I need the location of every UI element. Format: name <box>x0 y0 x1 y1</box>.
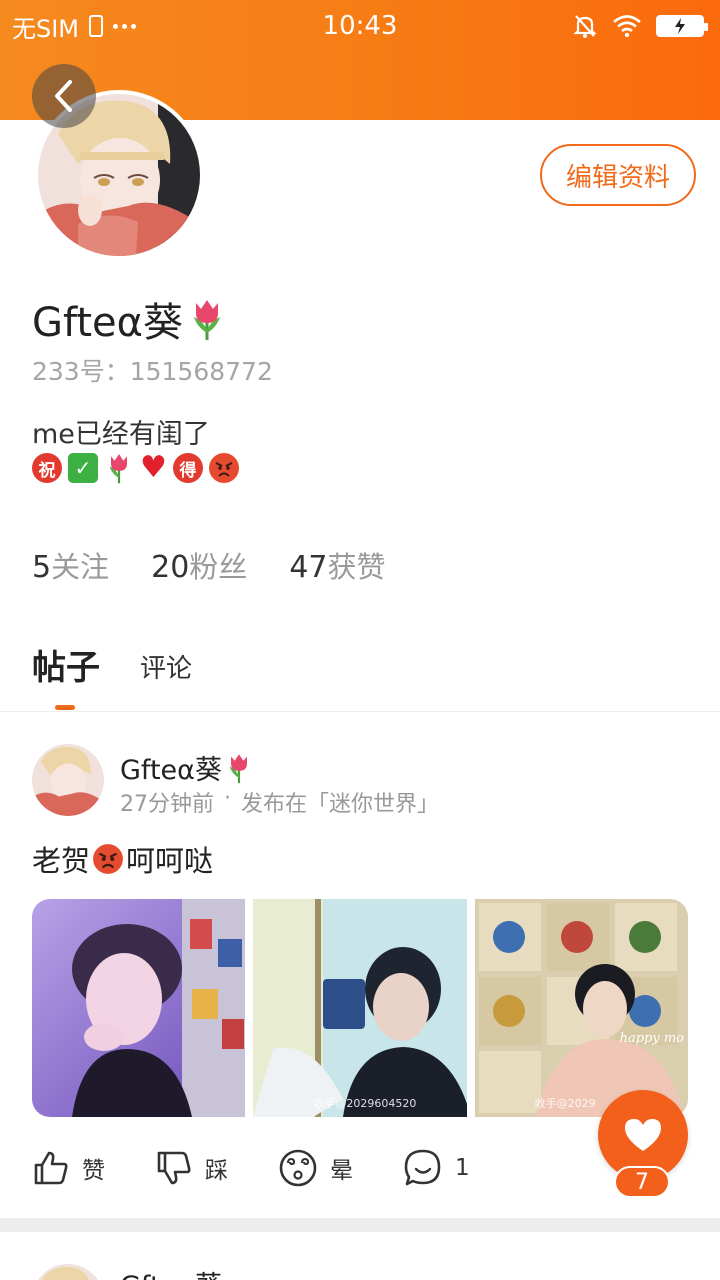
obtain-emoji: 得 <box>172 453 203 483</box>
post-channel[interactable]: 发布在「迷你世界」 <box>241 786 439 818</box>
dizzy-label: 晕 <box>330 1158 353 1184</box>
dizzy-face-icon <box>279 1149 317 1187</box>
post-author[interactable]: Gfteα葵 <box>120 748 252 787</box>
profile-bio: me已经有闺了 <box>32 419 210 450</box>
battery-icon <box>656 15 708 37</box>
check-emoji: ✓ <box>68 453 98 483</box>
post-separator <box>0 1218 720 1232</box>
heart-emoji: ♥ <box>140 450 167 485</box>
bio-emoji-row: 祝 ✓ ♥ 得 <box>32 452 239 484</box>
dislike-button[interactable]: 踩 <box>155 1149 228 1187</box>
tab-comments[interactable]: 评论 <box>140 648 192 689</box>
post-image-2[interactable]: 收手@2029604520 <box>253 899 467 1117</box>
post-text-start: 老贺 <box>32 844 91 878</box>
chevron-left-icon <box>55 80 72 112</box>
tab-divider <box>0 711 720 712</box>
image-overlay-text: happy mo <box>619 1031 684 1046</box>
post-image-3[interactable]: happy mo 收手@2029 <box>474 899 688 1117</box>
angry-face-emoji <box>208 453 239 483</box>
profile-name: Gfteα葵 <box>32 290 225 348</box>
post-actions: 赞 踩 晕 1 <box>32 1148 520 1188</box>
like-button[interactable]: 赞 <box>32 1149 105 1187</box>
tulip-icon <box>229 753 247 783</box>
meta-separator: · <box>224 786 231 811</box>
active-tab-indicator <box>55 705 75 710</box>
blessing-emoji: 祝 <box>32 453 62 483</box>
post-text: 老贺 呵呵哒 <box>32 838 213 880</box>
dislike-label: 踩 <box>205 1158 228 1184</box>
thumbs-down-icon <box>157 1151 191 1185</box>
post-time: 27分钟前 <box>120 792 214 817</box>
tab-posts[interactable]: 帖子 <box>32 640 100 689</box>
heart-icon <box>625 1119 661 1151</box>
image-watermark: 收手@2029604520 <box>313 1097 417 1110</box>
user-id: 233号：151568772 <box>32 357 273 386</box>
profile-stats: 5关注 20粉丝 47获赞 <box>32 544 386 586</box>
wifi-icon <box>613 15 641 38</box>
stat-following[interactable]: 5关注 <box>32 544 109 586</box>
post-text-end: 呵呵哒 <box>126 844 214 878</box>
comment-button[interactable]: 1 <box>403 1148 470 1188</box>
thumbs-up-icon <box>34 1151 68 1185</box>
comment-icon <box>404 1149 441 1186</box>
angry-face-emoji <box>93 844 123 874</box>
mute-bell-icon <box>573 15 597 38</box>
post-image-1[interactable] <box>32 899 246 1117</box>
next-post-author[interactable]: Gfteα葵 <box>120 1264 222 1280</box>
post-meta: 27分钟前 · 发布在「迷你世界」 <box>120 786 439 818</box>
comment-count: 1 <box>455 1155 470 1181</box>
profile-name-text: Gfteα葵 <box>32 300 184 346</box>
tulip-emoji <box>109 454 127 484</box>
stat-followers[interactable]: 20粉丝 <box>151 544 247 586</box>
back-button[interactable] <box>32 64 96 128</box>
next-post-author-name: Gfteα葵 <box>120 1264 222 1280</box>
stat-likes[interactable]: 47获赞 <box>289 544 385 586</box>
edit-profile-button[interactable]: 编辑资料 <box>540 144 696 206</box>
like-label: 赞 <box>82 1158 105 1184</box>
next-post-avatar[interactable] <box>32 1264 104 1280</box>
dizzy-button[interactable]: 晕 <box>278 1148 353 1188</box>
status-right <box>572 10 708 42</box>
post-author-avatar[interactable] <box>32 744 104 816</box>
floating-like-count: 7 <box>614 1166 670 1198</box>
post-image-grid: 收手@2029604520 happy mo 收手@2029 <box>32 899 688 1117</box>
post-author-name: Gfteα葵 <box>120 755 222 786</box>
tulip-icon <box>194 300 221 340</box>
profile-tabs: 帖子 评论 <box>32 640 192 689</box>
image-watermark: 收手@2029 <box>534 1097 596 1110</box>
